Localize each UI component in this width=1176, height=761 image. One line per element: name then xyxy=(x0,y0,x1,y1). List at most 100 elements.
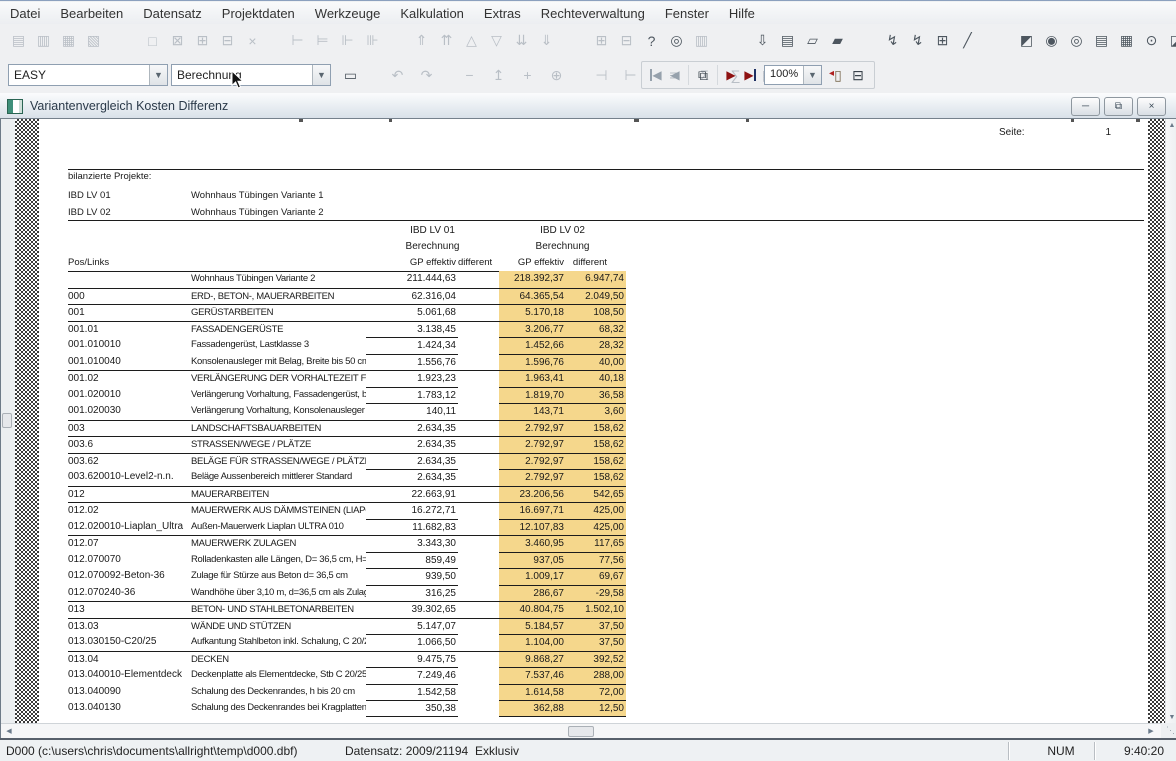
table-row: 001GERÜSTARBEITEN5.061,685.170,18108,50 xyxy=(68,304,626,321)
indent-decrease-icon[interactable]: ⊣ xyxy=(589,64,614,86)
pencil-icon[interactable]: ╱ xyxy=(955,30,980,52)
move-up-fast-icon[interactable]: ⇈ xyxy=(434,30,459,52)
row-gp1: 9.475,75 xyxy=(366,651,458,668)
insert-above-icon[interactable]: ↥ xyxy=(486,64,511,86)
horizontal-scrollbar-thumb[interactable] xyxy=(568,726,594,737)
outline-demote-icon[interactable]: ⊪ xyxy=(360,30,385,52)
zoom-combobox-dropdown-button[interactable]: ▼ xyxy=(803,66,821,84)
move-up-icon[interactable]: △ xyxy=(459,30,484,52)
layout-icon[interactable]: ▥ xyxy=(689,30,714,52)
menu-item-kalkulation[interactable]: Kalkulation xyxy=(390,4,474,23)
preview-image-icon[interactable]: ▤ xyxy=(6,30,31,52)
row-diff2: 425,00 xyxy=(566,519,626,536)
row-gp2: 3.206,77 xyxy=(499,321,566,338)
indent-increase-icon[interactable]: ⊢ xyxy=(618,64,643,86)
row-pos: 013.030150-C20/25 xyxy=(68,634,191,651)
menu-item-projektdaten[interactable]: Projektdaten xyxy=(212,4,305,23)
close-button[interactable]: × xyxy=(1137,97,1166,116)
outline-promote-icon[interactable]: ⊩ xyxy=(335,30,360,52)
view-combobox[interactable]: Berechnung ▼ xyxy=(171,64,331,86)
menu-item-rechteverwaltung[interactable]: Rechteverwaltung xyxy=(531,4,655,23)
report-view-icon[interactable]: ▥ xyxy=(31,30,56,52)
menu-item-hilfe[interactable]: Hilfe xyxy=(719,4,765,23)
table-row: 003.620010-Level2-n.n.Beläge Aussenberei… xyxy=(68,469,626,486)
row-text: Zulage für Stürze aus Beton d= 36,5 cm xyxy=(191,568,366,585)
cut-icon[interactable]: ⊠ xyxy=(165,30,190,52)
document-edit-icon[interactable]: ▰ xyxy=(825,30,850,52)
notebook-icon[interactable]: ▤ xyxy=(775,30,800,52)
doc-search-icon[interactable]: ⊙ xyxy=(1139,30,1164,52)
new-record-icon[interactable]: □ xyxy=(140,30,165,52)
move-down-fast-icon[interactable]: ⇊ xyxy=(509,30,534,52)
memo-edit-icon[interactable]: ▱ xyxy=(800,30,825,52)
row-text: ERD-, BETON-, MAUERARBEITEN xyxy=(191,288,366,305)
row-gp2: 1.963,41 xyxy=(499,370,566,387)
outline-sub-icon[interactable]: ⊨ xyxy=(310,30,335,52)
menu-item-datensatz[interactable]: Datensatz xyxy=(133,4,212,23)
delete-icon[interactable]: × xyxy=(240,30,265,52)
open-folder-icon[interactable]: ▭ xyxy=(338,64,363,86)
address-book-icon[interactable]: ▧ xyxy=(81,30,106,52)
menu-item-fenster[interactable]: Fenster xyxy=(655,4,719,23)
scroll-down-button[interactable]: ▼ xyxy=(1166,711,1176,723)
search-icon[interactable]: ◎ xyxy=(664,30,689,52)
db-find-icon[interactable]: ◎ xyxy=(1064,30,1089,52)
start-button[interactable]: ▶ xyxy=(722,64,740,86)
go-previous-button[interactable]: ◀ xyxy=(666,64,684,86)
row-text: VERLÄNGERUNG DER VORHALTEZEIT FÜR xyxy=(191,370,366,387)
undo-icon[interactable]: ↶ xyxy=(385,64,410,86)
scroll-right-button[interactable]: ▶ xyxy=(1145,725,1157,737)
scroll-left-button[interactable]: ◀ xyxy=(3,725,15,737)
move-last-icon[interactable]: ⇓ xyxy=(534,30,559,52)
link-icon[interactable]: ↯ xyxy=(880,30,905,52)
redo-icon[interactable]: ↷ xyxy=(414,64,439,86)
menu-item-bearbeiten[interactable]: Bearbeiten xyxy=(50,4,133,23)
list-edit-icon[interactable]: ▦ xyxy=(1114,30,1139,52)
menu-item-datei[interactable]: Datei xyxy=(0,4,50,23)
row-diff2: 3,60 xyxy=(566,403,626,420)
remove-row-icon[interactable]: − xyxy=(457,64,482,86)
unlink-icon[interactable]: ↯ xyxy=(905,30,930,52)
row-gp2: 1.596,76 xyxy=(499,354,566,371)
row-diff2: 6.947,74 xyxy=(566,271,626,288)
pattern-icon[interactable]: ⊞ xyxy=(930,30,955,52)
row-gp2: 2.792,97 xyxy=(499,469,566,486)
data-export-icon[interactable]: ⇩ xyxy=(750,30,775,52)
move-down-icon[interactable]: ▽ xyxy=(484,30,509,52)
db-search-icon[interactable]: ◉ xyxy=(1039,30,1064,52)
paste-icon[interactable]: ⊟ xyxy=(215,30,240,52)
zoom-combobox[interactable]: 100% ▼ xyxy=(764,65,822,85)
vertical-scrollbar[interactable]: ▲ ▼ xyxy=(1165,119,1176,723)
copy-icon[interactable]: ⊞ xyxy=(190,30,215,52)
vertical-scrollbar-thumb[interactable] xyxy=(2,413,12,428)
outline-insert-icon[interactable]: ⊢ xyxy=(285,30,310,52)
go-first-button[interactable]: ◀ xyxy=(648,64,666,86)
row-text: MAUERARBEITEN xyxy=(191,486,366,503)
print-preview-button[interactable]: ⊟ xyxy=(848,64,868,86)
go-last-button[interactable]: ▶ xyxy=(740,64,758,86)
window-icon[interactable]: ⊞ xyxy=(589,30,614,52)
restore-button[interactable]: ⧉ xyxy=(1104,97,1133,116)
picture-view-icon[interactable]: ▦ xyxy=(56,30,81,52)
scroll-up-button[interactable]: ▲ xyxy=(1166,119,1176,131)
insert-special-icon[interactable]: ⊕ xyxy=(544,64,569,86)
profile-combobox[interactable]: EASY ▼ xyxy=(8,64,168,86)
help-icon[interactable]: ? xyxy=(639,30,664,52)
menu-item-werkzeuge[interactable]: Werkzeuge xyxy=(305,4,391,23)
move-first-icon[interactable]: ⇑ xyxy=(409,30,434,52)
row-gp2: 286,67 xyxy=(499,585,566,602)
profile-combobox-dropdown-button[interactable]: ▼ xyxy=(149,65,167,85)
insert-row-icon[interactable]: + xyxy=(515,64,540,86)
toolbar-preview: EASY ▼ Berechnung ▼ ▭↶↷−↥+⊕⊣⊢≡Σ∑▦⊞ ◀◀⧉▶▶… xyxy=(0,57,1176,94)
minimize-button[interactable]: ─ xyxy=(1071,97,1100,116)
chart-edit-icon[interactable]: ◩ xyxy=(1014,30,1039,52)
catalog-icon[interactable]: ▤ xyxy=(1089,30,1114,52)
table-row: 000ERD-, BETON-, MAUERARBEITEN62.316,046… xyxy=(68,288,626,305)
settings-doc-icon[interactable]: ◪ xyxy=(1164,30,1176,52)
menu-item-extras[interactable]: Extras xyxy=(474,4,531,23)
close-preview-button[interactable]: ▯◂ xyxy=(828,64,848,86)
print-icon[interactable]: ⊟ xyxy=(614,30,639,52)
view-combobox-dropdown-button[interactable]: ▼ xyxy=(312,65,330,85)
horizontal-scrollbar[interactable]: ◀ ▶ xyxy=(1,723,1161,738)
copy-pages-button[interactable]: ⧉ xyxy=(693,64,713,86)
